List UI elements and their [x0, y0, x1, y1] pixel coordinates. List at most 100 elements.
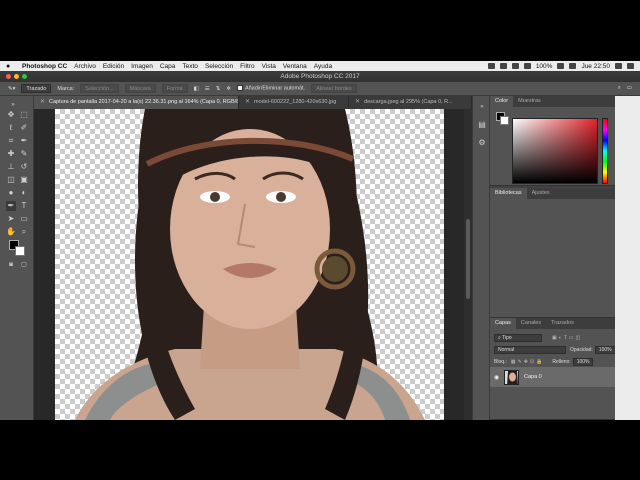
quick-mask-icon[interactable]: ◙: [6, 260, 16, 270]
lasso-tool-icon[interactable]: ℓ: [6, 123, 16, 133]
dropbox-icon[interactable]: [499, 63, 507, 69]
zoom-tool-icon[interactable]: ⌕: [19, 227, 29, 237]
image-canvas[interactable]: [55, 109, 444, 420]
color-picker-field[interactable]: [512, 118, 598, 184]
path-arrangement-icon[interactable]: ⇅: [216, 86, 221, 92]
tab-adjustments[interactable]: Ajustes: [527, 188, 555, 199]
type-tool-icon[interactable]: T: [19, 201, 29, 211]
gradient-tool-icon[interactable]: ▣: [19, 175, 29, 185]
crop-tool-icon[interactable]: ⌗: [6, 136, 16, 146]
spotlight-icon[interactable]: [615, 63, 622, 69]
doc-tab-3[interactable]: ✕ descarga.jpeg al 295% (Capa 0, R...: [349, 96, 472, 109]
opacity-input[interactable]: 100%: [594, 345, 616, 354]
pen-mode-dropdown[interactable]: Trazado: [21, 84, 52, 93]
color-panel-bg-swatch[interactable]: [500, 116, 509, 125]
eye-icon[interactable]: ◉: [494, 374, 499, 381]
quick-selection-tool-icon[interactable]: ✐: [19, 123, 29, 133]
layer-filter-row: ⌕ Tipo ▣◐T▭◫: [494, 333, 582, 342]
doc-tab-active[interactable]: ✕ Captura de pantalla 2017-04-20 a la(s)…: [34, 96, 239, 109]
selection-button[interactable]: Selección...: [80, 84, 119, 93]
zoom-window-icon[interactable]: [22, 74, 27, 79]
tab-color[interactable]: Color: [490, 96, 514, 107]
doc-tab-label: Captura de pantalla 2017-04-20 a la(s) 2…: [49, 99, 239, 105]
eraser-tool-icon[interactable]: ◫: [6, 175, 16, 185]
pen-tool-icon[interactable]: ✒: [6, 201, 16, 211]
blend-row: Normal Opacidad: 100%: [494, 345, 616, 354]
blend-mode-dropdown[interactable]: Normal: [494, 345, 566, 354]
path-selection-tool-icon[interactable]: ➤: [6, 214, 16, 224]
properties-panel-icon[interactable]: ⚙: [477, 138, 487, 148]
auto-add-delete-checkbox[interactable]: Añadir/Eliminar automát.: [236, 85, 306, 92]
vertical-scrollbar[interactable]: [464, 109, 472, 420]
doc-tab-2[interactable]: ✕ model-600222_1280-420x630.jpg: [239, 96, 349, 109]
minimize-window-icon[interactable]: [14, 74, 19, 79]
hue-slider[interactable]: [602, 118, 608, 184]
layer-row[interactable]: ◉ Capa 0: [490, 367, 615, 387]
shape-button[interactable]: Forma: [161, 84, 188, 93]
tab-swatches[interactable]: Muestras: [513, 96, 546, 107]
auto-add-delete-label: Añadir/Eliminar automát.: [244, 85, 306, 92]
scroll-thumb[interactable]: [466, 219, 470, 299]
background-color-swatch[interactable]: [15, 246, 25, 256]
path-alignment-icon[interactable]: ☰: [205, 86, 210, 92]
tab-libraries[interactable]: Bibliotecas: [490, 188, 527, 199]
search-icon[interactable]: ⌕: [618, 85, 621, 92]
volume-icon[interactable]: [523, 63, 531, 69]
menu-edicion[interactable]: Edición: [103, 63, 124, 70]
settings-gear-icon[interactable]: ✲: [226, 86, 231, 92]
menu-vista[interactable]: Vista: [262, 63, 276, 70]
tab-paths[interactable]: Trazados: [546, 318, 579, 329]
healing-brush-tool-icon[interactable]: ✚: [6, 149, 16, 159]
menu-texto[interactable]: Texto: [182, 63, 198, 70]
close-tab-icon[interactable]: ✕: [245, 96, 250, 109]
rectangle-tool-icon[interactable]: ▭: [19, 214, 29, 224]
tools-collapse-icon[interactable]: »: [8, 100, 18, 110]
dodge-tool-icon[interactable]: ◐: [19, 188, 29, 198]
notification-center-icon[interactable]: [627, 63, 634, 69]
layer-filter-dropdown[interactable]: ⌕ Tipo: [494, 333, 542, 342]
clone-stamp-tool-icon[interactable]: ⊥: [6, 162, 16, 172]
move-tool-icon[interactable]: ✥: [6, 110, 16, 120]
path-operations-icon[interactable]: ◧: [194, 86, 199, 92]
menu-app-name[interactable]: Photoshop CC: [22, 63, 67, 70]
pen-tool-preset-icon[interactable]: ✎▾: [8, 86, 15, 92]
menu-capa[interactable]: Capa: [160, 63, 176, 70]
history-brush-tool-icon[interactable]: ↺: [19, 162, 29, 172]
layer-name[interactable]: Capa 0: [524, 374, 542, 380]
mask-button[interactable]: Máscara: [124, 84, 156, 93]
flag-icon[interactable]: [569, 63, 577, 69]
layer-filter-icons[interactable]: ▣◐T▭◫: [552, 335, 582, 341]
menu-archivo[interactable]: Archivo: [74, 63, 96, 70]
menu-ventana[interactable]: Ventana: [283, 63, 307, 70]
tab-layers[interactable]: Capas: [490, 318, 516, 329]
screen-mode-icon[interactable]: ▢: [19, 260, 29, 270]
align-edges-button[interactable]: Alinear bordes: [311, 84, 357, 93]
close-window-icon[interactable]: [6, 74, 11, 79]
menu-imagen[interactable]: Imagen: [131, 63, 153, 70]
menu-seleccion[interactable]: Selección: [205, 63, 233, 70]
tab-channels[interactable]: Canales: [516, 318, 546, 329]
workspace-icon[interactable]: ▭: [627, 85, 632, 92]
menu-ayuda[interactable]: Ayuda: [314, 63, 332, 70]
battery-icon[interactable]: [557, 63, 565, 69]
eyedropper-tool-icon[interactable]: ✒: [19, 136, 29, 146]
strip-collapse-icon[interactable]: «: [477, 102, 487, 112]
apple-menu-icon[interactable]: ●: [6, 63, 14, 70]
tools-panel: » ✥ ⬚ ℓ ✐ ⌗ ✒ ✚ ✎ ⊥ ↺ ◫ ▣ ● ◐ ✒ T ➤ ▭ ✋ …: [0, 96, 34, 420]
fill-input[interactable]: 100%: [572, 357, 594, 366]
close-tab-icon[interactable]: ✕: [40, 96, 45, 109]
clock[interactable]: Jue 22:50: [581, 63, 610, 70]
creative-cloud-icon[interactable]: [487, 63, 495, 69]
menu-filtro[interactable]: Filtro: [240, 63, 254, 70]
hand-tool-icon[interactable]: ✋: [6, 227, 16, 237]
wifi-icon[interactable]: [511, 63, 519, 69]
blur-tool-icon[interactable]: ●: [6, 188, 16, 198]
history-panel-icon[interactable]: ▤: [477, 120, 487, 130]
libraries-panel: Bibliotecas Ajustes: [490, 188, 615, 318]
lock-icons[interactable]: ▦✎✥⊡🔒: [511, 359, 545, 365]
letterbox-bottom: [0, 420, 640, 480]
layers-panel-tabs: Capas Canales Trazados: [490, 318, 615, 329]
close-tab-icon[interactable]: ✕: [355, 96, 360, 109]
marquee-tool-icon[interactable]: ⬚: [19, 110, 29, 120]
brush-tool-icon[interactable]: ✎: [19, 149, 29, 159]
